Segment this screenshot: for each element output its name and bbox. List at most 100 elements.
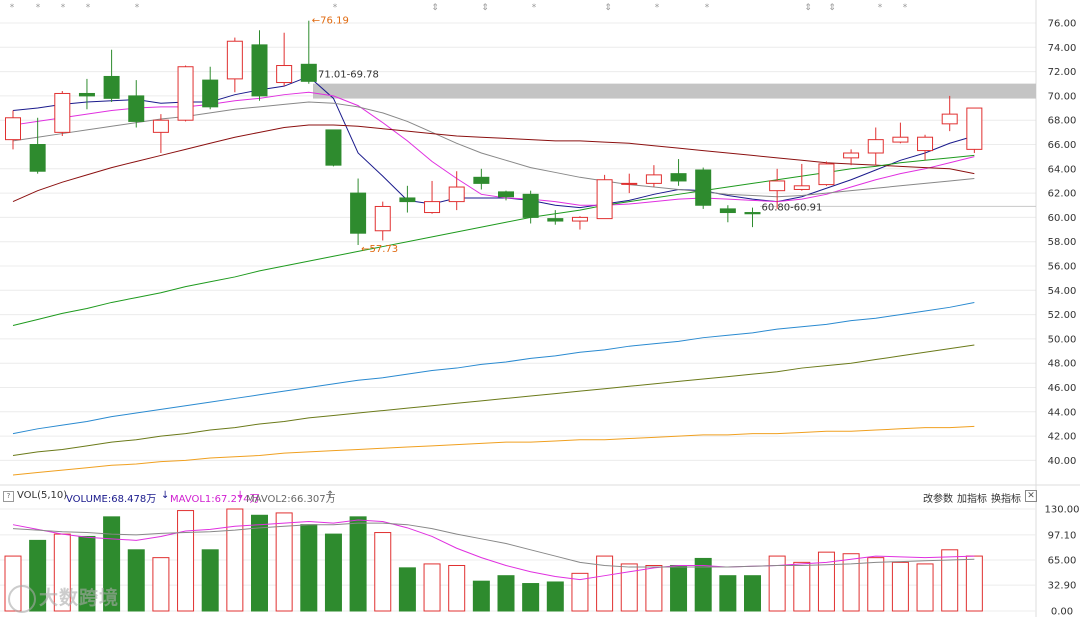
- price-tick-label: 48.00: [1048, 359, 1077, 370]
- event-mark: *: [903, 3, 908, 13]
- price-tick-label: 60.00: [1048, 213, 1077, 224]
- volume-tick-label: 65.00: [1048, 556, 1077, 567]
- help-icon[interactable]: ?: [3, 491, 14, 502]
- volume-bar: [324, 533, 342, 612]
- price-tick-label: 56.00: [1048, 262, 1077, 273]
- volume-bar: [719, 575, 737, 612]
- candle-body: [498, 191, 514, 198]
- volume-bar: [891, 561, 909, 612]
- event-mark: ⇕: [604, 3, 612, 13]
- event-mark: ⇕: [804, 3, 812, 13]
- band-range-label: 71.01-69.78: [318, 70, 379, 81]
- event-mark: *: [36, 3, 41, 13]
- volume-bar: [497, 575, 515, 612]
- volume-bar: [768, 555, 786, 612]
- candle-body: [941, 113, 958, 125]
- event-mark: *: [61, 3, 66, 13]
- price-tick-label: 40.00: [1048, 456, 1077, 467]
- watermark-text: 大数跨境: [39, 587, 120, 609]
- event-marks: * * * * * * ⇕ ⇕ * ⇕ * * ⇕ ⇕ * *: [10, 3, 908, 13]
- event-mark: *: [532, 3, 537, 13]
- volume-axis: 130.00 97.10 65.00 32.90 0.00: [1045, 505, 1080, 617]
- edit-params-button[interactable]: 改参数: [923, 490, 953, 505]
- volume-bar: [300, 524, 318, 612]
- range-label: 60.80-60.91: [762, 202, 823, 213]
- price-tick-label: 70.00: [1048, 91, 1077, 102]
- price-tick-label: 74.00: [1048, 43, 1077, 54]
- volume-bar: [398, 567, 416, 612]
- event-mark: ⇕: [431, 3, 439, 13]
- price-tick-label: 50.00: [1048, 334, 1077, 345]
- volume-bar: [152, 557, 170, 612]
- price-tick-label: 52.00: [1048, 310, 1077, 321]
- event-mark: *: [10, 3, 15, 13]
- high-price-label: ←76.19: [312, 16, 349, 27]
- volume-arrow-icon: ↓: [161, 490, 170, 501]
- volume-bar: [423, 563, 441, 612]
- event-mark: *: [705, 3, 710, 13]
- close-icon[interactable]: ✕: [1025, 490, 1037, 502]
- volume-tick-label: 32.90: [1048, 581, 1077, 592]
- volume-bar: [965, 555, 983, 612]
- candle-body: [547, 218, 564, 222]
- volume-bar: [448, 564, 466, 612]
- candle-body: [152, 119, 169, 133]
- mavol2-value: MAVOL2:66.307万: [246, 494, 336, 505]
- price-tick-label: 66.00: [1048, 140, 1077, 151]
- event-mark: *: [86, 3, 91, 13]
- volume-bar: [374, 532, 392, 612]
- candle-body: [695, 169, 712, 206]
- event-mark: ⇕: [481, 3, 489, 13]
- event-mark: *: [878, 3, 883, 13]
- candle-body: [399, 197, 416, 203]
- candles: [5, 20, 983, 245]
- candle-body: [744, 212, 761, 215]
- price-ma-line: [12, 425, 975, 476]
- volume-bar: [127, 549, 145, 612]
- candle-body: [103, 75, 120, 99]
- candle-body: [448, 186, 465, 203]
- candle-body: [325, 129, 342, 166]
- vol-indicator-name: VOL(5,10): [17, 490, 68, 501]
- candle-body: [596, 179, 613, 220]
- stock-chart: * * * * * * ⇕ ⇕ * ⇕ * * ⇕ ⇕ * * ←76.19 ←57.73 71.01-69.78…: [0, 0, 1080, 617]
- candle-body: [374, 205, 391, 232]
- candle-body: [719, 208, 736, 214]
- price-axis: 76.00 74.00 72.00 70.00 68.00 66.00 64.00 62.00…: [1048, 19, 1077, 467]
- volume-bar: [349, 516, 367, 612]
- candle-body: [54, 92, 71, 133]
- price-ma-line: [12, 301, 975, 435]
- price-tick-label: 44.00: [1048, 407, 1077, 418]
- price-ma-line: [12, 344, 975, 457]
- candle-body: [202, 79, 219, 108]
- volume-bar: [472, 580, 490, 612]
- volume-indicator-bar: ? VOL(5,10) VOLUME:68.478万 ↓ MAVOL1:67.2…: [0, 487, 1080, 505]
- candle-body: [818, 163, 835, 186]
- range-band: [313, 83, 1036, 99]
- volume-tick-label: 97.10: [1048, 530, 1077, 541]
- volume-bar: [867, 557, 885, 612]
- price-tick-label: 64.00: [1048, 164, 1077, 175]
- candle-body: [128, 95, 145, 122]
- volume-bar: [670, 564, 688, 612]
- add-indicator-button[interactable]: 加指标: [957, 490, 987, 505]
- candle-body: [966, 107, 983, 150]
- candle-body: [300, 63, 317, 82]
- candle-body: [571, 216, 588, 222]
- volume-bar: [201, 549, 219, 612]
- price-ma-line: [12, 91, 975, 206]
- price-tick-label: 68.00: [1048, 116, 1077, 127]
- event-mark: ⇕: [828, 3, 836, 13]
- price-ma-lines: [12, 75, 975, 476]
- mavol2-arrow-icon: ↑: [326, 490, 335, 501]
- candle-body: [621, 182, 638, 185]
- candle-body: [78, 92, 95, 97]
- candle-body: [276, 65, 293, 84]
- price-tick-label: 58.00: [1048, 237, 1077, 248]
- candle-body: [29, 144, 46, 172]
- candle-body: [892, 136, 909, 143]
- candle-body: [350, 192, 367, 234]
- price-tick-label: 62.00: [1048, 189, 1077, 200]
- candle-body: [473, 176, 490, 184]
- switch-indicator-button[interactable]: 换指标: [991, 490, 1021, 505]
